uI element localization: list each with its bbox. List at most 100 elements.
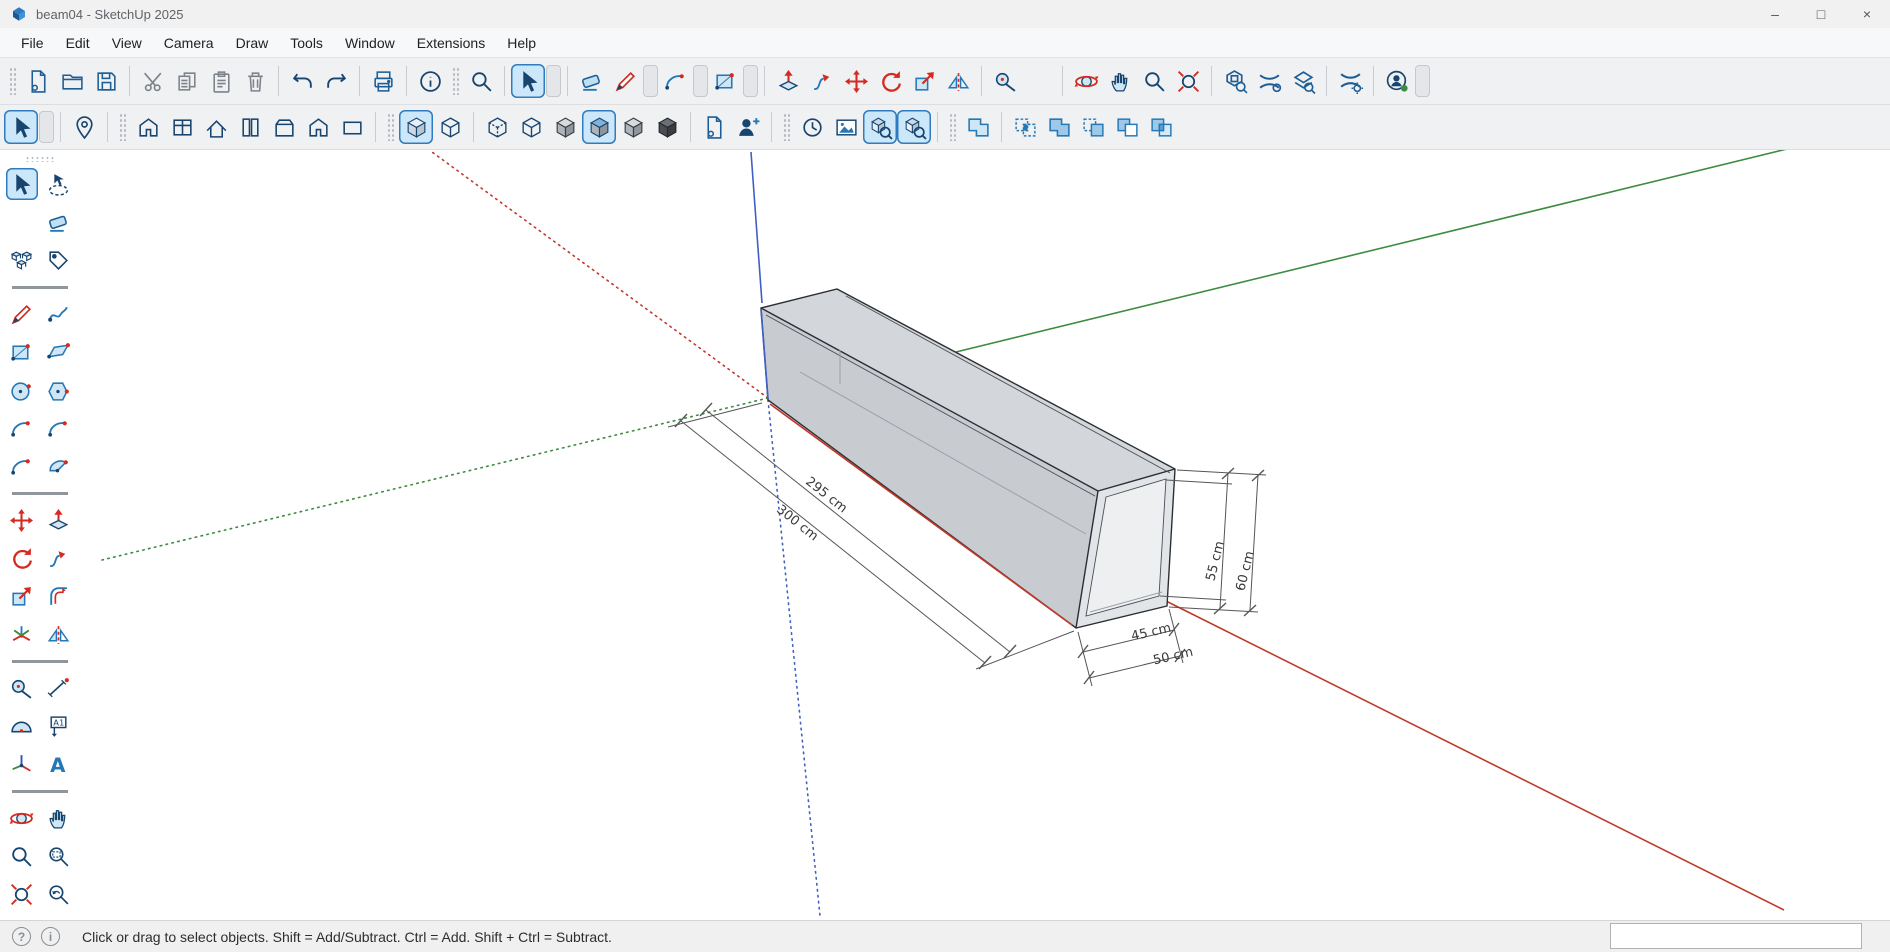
select-options-dropdown[interactable] <box>39 111 54 143</box>
follow-me-button[interactable] <box>43 542 75 574</box>
credits-icon[interactable]: i <box>41 927 60 946</box>
help-icon[interactable]: ? <box>12 927 31 946</box>
minimize-button[interactable]: – <box>1752 0 1798 28</box>
flip-button[interactable] <box>6 618 38 650</box>
display-style-6-button[interactable] <box>582 110 616 144</box>
maximize-button[interactable]: □ <box>1798 0 1844 28</box>
menu-help[interactable]: Help <box>496 31 547 55</box>
follow-me-button[interactable] <box>805 64 839 98</box>
menu-tools[interactable]: Tools <box>279 31 334 55</box>
rotated-rectangle-button[interactable] <box>43 336 75 368</box>
print-button[interactable] <box>366 64 400 98</box>
photo-texture-button[interactable] <box>829 110 863 144</box>
zoom-button[interactable] <box>1137 64 1171 98</box>
axes-button[interactable] <box>6 748 38 780</box>
menu-view[interactable]: View <box>101 31 153 55</box>
text-button[interactable] <box>43 710 75 742</box>
menu-extensions[interactable]: Extensions <box>406 31 496 55</box>
line-button[interactable] <box>608 64 642 98</box>
structure-tool-2-button[interactable] <box>165 110 199 144</box>
eraser-button[interactable] <box>574 64 608 98</box>
scale-button[interactable] <box>907 64 941 98</box>
toolbar-drag-handle[interactable] <box>9 67 16 95</box>
display-style-5-button[interactable] <box>548 110 582 144</box>
two-point-arc-button[interactable] <box>43 412 75 444</box>
warehouse-b-button[interactable] <box>1252 64 1286 98</box>
outer-shell-button[interactable] <box>961 110 995 144</box>
palette-drag-handle[interactable] <box>25 156 55 162</box>
paint-bucket-button[interactable] <box>1022 64 1056 98</box>
scale-button[interactable] <box>6 580 38 612</box>
tape-measure-button[interactable] <box>988 64 1022 98</box>
menu-draw[interactable]: Draw <box>225 31 280 55</box>
warehouse-d-button[interactable] <box>1333 64 1367 98</box>
zoom-extents-button[interactable] <box>1171 64 1205 98</box>
add-location-button[interactable] <box>67 110 101 144</box>
flip-button[interactable] <box>941 64 975 98</box>
structure-tool-3-button[interactable] <box>199 110 233 144</box>
measurements-input[interactable] <box>1610 923 1862 949</box>
polygon-button[interactable] <box>43 374 75 406</box>
add-collaborator-button[interactable] <box>731 110 765 144</box>
trim-button[interactable] <box>1110 110 1144 144</box>
display-style-8-button[interactable] <box>650 110 684 144</box>
toolbar-drag-handle[interactable] <box>387 113 394 141</box>
toolbar-drag-handle[interactable] <box>452 67 459 95</box>
select-button[interactable] <box>6 168 38 200</box>
line-options-dropdown[interactable] <box>643 65 658 97</box>
model-viewport[interactable]: 295 cm 300 cm 45 cm 50 cm 55 cm 60 cm <box>0 150 1890 920</box>
new-file-button[interactable] <box>21 64 55 98</box>
account-button[interactable] <box>1380 64 1414 98</box>
display-style-7-button[interactable] <box>616 110 650 144</box>
toolbar-drag-handle[interactable] <box>949 113 956 141</box>
cut-button[interactable] <box>136 64 170 98</box>
circle-button[interactable] <box>6 374 38 406</box>
copy-button[interactable] <box>170 64 204 98</box>
lasso-select-button[interactable] <box>43 168 75 200</box>
dimension-button[interactable] <box>43 672 75 704</box>
structure-tool-6-button[interactable] <box>301 110 335 144</box>
menu-file[interactable]: File <box>10 31 55 55</box>
select-button[interactable] <box>4 110 38 144</box>
split-button[interactable] <box>1144 110 1178 144</box>
intersect-button[interactable] <box>1008 110 1042 144</box>
warehouse-c-button[interactable] <box>1286 64 1320 98</box>
undo-button[interactable] <box>285 64 319 98</box>
rotate-button[interactable] <box>873 64 907 98</box>
redo-button[interactable] <box>319 64 353 98</box>
pan-button[interactable] <box>1103 64 1137 98</box>
display-style-4-button[interactable] <box>514 110 548 144</box>
rectangle-button[interactable] <box>6 336 38 368</box>
search-button[interactable] <box>464 64 498 98</box>
warehouse-a-button[interactable] <box>1218 64 1252 98</box>
toolbar-drag-handle[interactable] <box>783 113 790 141</box>
arc-button[interactable] <box>6 412 38 444</box>
rectangle-options-dropdown[interactable] <box>743 65 758 97</box>
eraser-button[interactable] <box>43 206 75 238</box>
menu-window[interactable]: Window <box>334 31 406 55</box>
toolbar-drag-handle[interactable] <box>119 113 126 141</box>
paint-bucket-button[interactable] <box>6 206 38 238</box>
zoom-extents-button[interactable] <box>6 878 38 910</box>
pie-button[interactable] <box>43 450 75 482</box>
menu-camera[interactable]: Camera <box>153 31 225 55</box>
protractor-button[interactable] <box>6 710 38 742</box>
rectangle-button[interactable] <box>708 64 742 98</box>
orbit-button[interactable] <box>6 802 38 834</box>
model-info-button[interactable] <box>413 64 447 98</box>
select-button[interactable] <box>511 64 545 98</box>
zoom-window-button[interactable] <box>43 840 75 872</box>
move-button[interactable] <box>839 64 873 98</box>
push-pull-button[interactable] <box>43 504 75 536</box>
offset-button[interactable] <box>43 580 75 612</box>
rotate-button[interactable] <box>6 542 38 574</box>
union-button[interactable] <box>1042 110 1076 144</box>
mirror-button[interactable] <box>43 618 75 650</box>
line-button[interactable] <box>6 298 38 330</box>
save-button[interactable] <box>89 64 123 98</box>
arc-button[interactable] <box>658 64 692 98</box>
freehand-button[interactable] <box>43 298 75 330</box>
arc-options-dropdown[interactable] <box>693 65 708 97</box>
structure-tool-1-button[interactable] <box>131 110 165 144</box>
three-point-arc-button[interactable] <box>6 450 38 482</box>
